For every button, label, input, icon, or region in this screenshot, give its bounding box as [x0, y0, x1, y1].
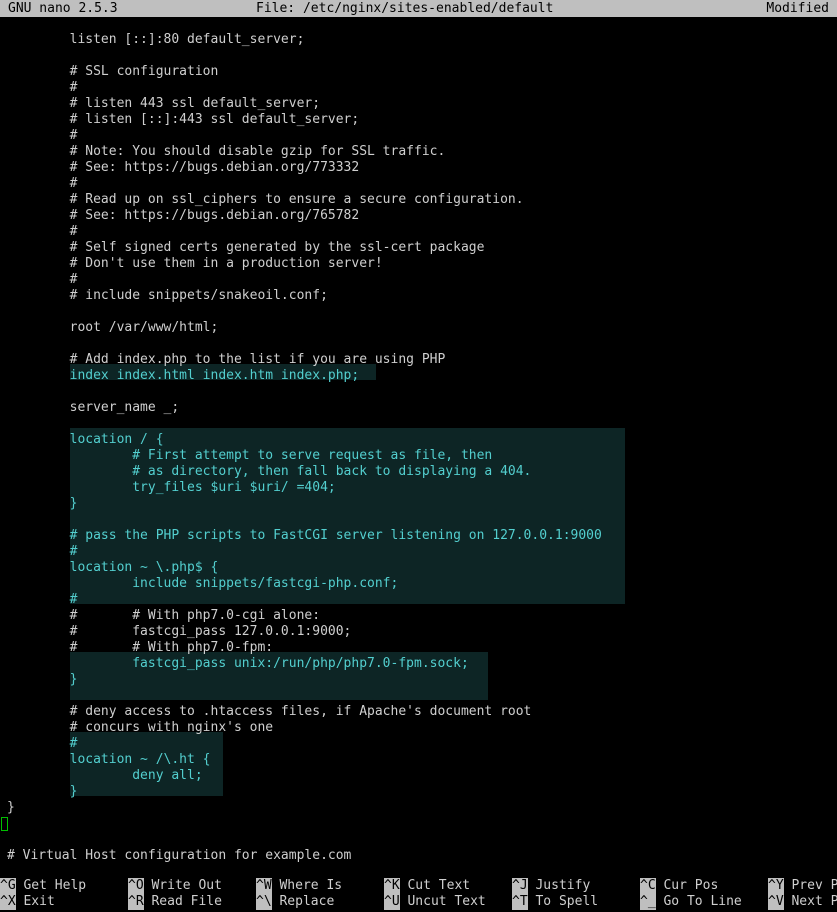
shortcut-item[interactable]: ^T To Spell — [512, 894, 598, 910]
code-line: location ~ \.php$ { — [7, 560, 218, 576]
code-line: # See: https://bugs.debian.org/773332 — [7, 160, 359, 176]
shortcut-key: ^_ — [640, 894, 656, 910]
code-line: # # With php7.0-cgi alone: — [7, 608, 320, 624]
shortcut-key: ^X — [0, 894, 16, 910]
shortcut-label: Justify — [528, 878, 591, 893]
shortcut-key: ^G — [0, 878, 16, 894]
code-line: # See: https://bugs.debian.org/765782 — [7, 208, 359, 224]
code-line: # — [7, 176, 77, 192]
shortcut-label: Cur Pos — [656, 878, 719, 893]
shortcut-item[interactable]: ^R Read File — [128, 894, 222, 910]
shortcut-label: To Spell — [528, 894, 598, 909]
text-area[interactable]: listen [::]:80 default_server; # SSL con… — [0, 17, 837, 875]
code-line: # fastcgi_pass 127.0.0.1:9000; — [7, 624, 351, 640]
shortcut-label: Go To Line — [656, 894, 742, 909]
shortcut-label: Uncut Text — [400, 894, 486, 909]
shortcut-key: ^R — [128, 894, 144, 910]
code-line: # Virtual Host configuration for example… — [7, 848, 351, 864]
code-line: fastcgi_pass unix:/run/php/php7.0-fpm.so… — [7, 656, 469, 672]
shortcut-key: ^\ — [256, 894, 272, 910]
code-line: deny all; — [7, 768, 203, 784]
code-line: # SSL configuration — [7, 64, 218, 80]
shortcut-key: ^V — [768, 894, 784, 910]
shortcut-key: ^K — [384, 878, 400, 894]
app-name: GNU nano 2.5.3 — [8, 0, 118, 17]
code-line: } — [7, 672, 77, 688]
code-line: # listen 443 ssl default_server; — [7, 96, 320, 112]
code-line: # Self signed certs generated by the ssl… — [7, 240, 484, 256]
shortcut-label: Read File — [144, 894, 222, 909]
shortcut-item[interactable]: ^\ Replace — [256, 894, 334, 910]
titlebar: GNU nano 2.5.3 File: /etc/nginx/sites-en… — [0, 0, 837, 17]
shortcut-key: ^C — [640, 878, 656, 894]
code-line: # — [7, 80, 77, 96]
shortcut-label: Prev Page — [784, 878, 837, 893]
code-line: # — [7, 128, 77, 144]
modified-status: Modified — [766, 0, 829, 17]
shortcut-item[interactable]: ^J Justify — [512, 878, 590, 894]
shortcut-label: Where Is — [272, 878, 342, 893]
shortcut-key: ^Y — [768, 878, 784, 894]
shortcut-label: Cut Text — [400, 878, 470, 893]
shortcut-label: Get Help — [16, 878, 86, 893]
shortcut-key: ^O — [128, 878, 144, 894]
code-line: # include snippets/snakeoil.conf; — [7, 288, 328, 304]
code-line: index index.html index.htm index.php; — [7, 368, 359, 384]
file-path-label: File: /etc/nginx/sites-enabled/default — [256, 0, 553, 17]
code-line: location ~ /\.ht { — [7, 752, 211, 768]
shortcut-help-bar: ^G Get Help ^O Write Out ^W Where Is ^K Cut… — [0, 878, 837, 912]
code-line: # First attempt to serve request as file… — [7, 448, 492, 464]
code-line: # deny access to .htaccess files, if Apa… — [7, 704, 531, 720]
code-line: # — [7, 224, 77, 240]
code-line: } — [7, 800, 15, 816]
code-line: # # With php7.0-fpm: — [7, 640, 273, 656]
shortcut-item[interactable]: ^O Write Out — [128, 878, 222, 894]
code-line: include snippets/fastcgi-php.conf; — [7, 576, 398, 592]
code-line: # — [7, 544, 77, 560]
code-line: root /var/www/html; — [7, 320, 218, 336]
shortcut-item[interactable]: ^W Where Is — [256, 878, 342, 894]
code-line: try_files $uri $uri/ =404; — [7, 480, 336, 496]
shortcut-item[interactable]: ^_ Go To Line — [640, 894, 742, 910]
shortcut-item[interactable]: ^G Get Help — [0, 878, 86, 894]
shortcut-item[interactable]: ^C Cur Pos — [640, 878, 718, 894]
code-line: # — [7, 272, 77, 288]
code-line: server_name _; — [7, 400, 179, 416]
code-line: # Add index.php to the list if you are u… — [7, 352, 445, 368]
shortcut-item[interactable]: ^V Next Page — [768, 894, 837, 910]
text-cursor — [1, 817, 8, 831]
code-line: location / { — [7, 432, 164, 448]
shortcut-label: Replace — [272, 894, 335, 909]
code-line: # — [7, 592, 77, 608]
code-line: # pass the PHP scripts to FastCGI server… — [7, 528, 602, 544]
shortcut-item[interactable]: ^U Uncut Text — [384, 894, 486, 910]
shortcut-label: Next Page — [784, 894, 837, 909]
code-line: } — [7, 784, 77, 800]
shortcut-item[interactable]: ^X Exit — [0, 894, 55, 910]
code-line: } — [7, 496, 77, 512]
nano-editor-window: GNU nano 2.5.3 File: /etc/nginx/sites-en… — [0, 0, 837, 912]
shortcut-item[interactable]: ^Y Prev Page — [768, 878, 837, 894]
shortcut-key: ^J — [512, 878, 528, 894]
shortcut-label: Exit — [16, 894, 55, 909]
code-line: # Don't use them in a production server! — [7, 256, 383, 272]
code-line: # listen [::]:443 ssl default_server; — [7, 112, 359, 128]
code-line: # as directory, then fall back to displa… — [7, 464, 531, 480]
code-line: # concurs with nginx's one — [7, 720, 273, 736]
code-line: # Note: You should disable gzip for SSL … — [7, 144, 445, 160]
code-line: # — [7, 736, 77, 752]
code-line: # Read up on ssl_ciphers to ensure a sec… — [7, 192, 524, 208]
shortcut-key: ^U — [384, 894, 400, 910]
code-line: listen [::]:80 default_server; — [7, 32, 304, 48]
shortcut-label: Write Out — [144, 878, 222, 893]
shortcut-key: ^W — [256, 878, 272, 894]
shortcut-item[interactable]: ^K Cut Text — [384, 878, 470, 894]
shortcut-key: ^T — [512, 894, 528, 910]
